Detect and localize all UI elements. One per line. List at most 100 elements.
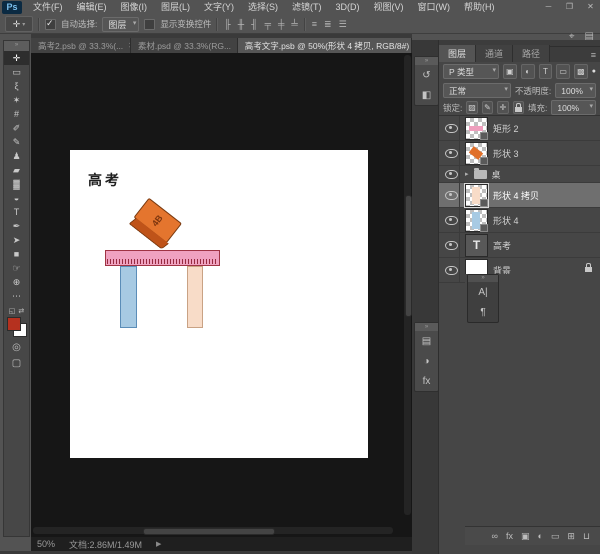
tool-crop[interactable]: # bbox=[4, 107, 29, 121]
menu-image[interactable]: 图像(I) bbox=[114, 0, 155, 15]
visibility-toggle[interactable] bbox=[443, 141, 460, 165]
zoom-level-field[interactable]: 50% bbox=[37, 539, 55, 549]
layer-row-shape3[interactable]: 形状 3 bbox=[439, 141, 600, 166]
layer-name[interactable]: 矩形 2 bbox=[493, 122, 519, 135]
distribute-bottom-icon[interactable]: ☰ bbox=[338, 19, 348, 30]
maximize-button[interactable]: ❐ bbox=[562, 1, 577, 13]
swap-colors-icon[interactable]: ⇄ bbox=[18, 307, 24, 315]
close-button[interactable]: ✕ bbox=[583, 1, 598, 13]
adjustment-layer-icon[interactable]: ◐ bbox=[537, 531, 542, 541]
menu-help[interactable]: 帮助(H) bbox=[457, 0, 502, 15]
layer-thumbnail[interactable] bbox=[464, 182, 489, 208]
tool-pen[interactable]: ✒ bbox=[4, 219, 29, 233]
tool-path-selection[interactable]: ➤ bbox=[4, 233, 29, 247]
visibility-toggle[interactable] bbox=[443, 116, 460, 140]
visibility-toggle[interactable] bbox=[443, 233, 460, 257]
styles-panel-icon[interactable]: ◑ bbox=[415, 351, 438, 371]
lock-all-icon[interactable] bbox=[512, 101, 524, 114]
visibility-toggle[interactable] bbox=[443, 166, 460, 182]
align-top-icon[interactable]: ╤ bbox=[264, 19, 272, 29]
visibility-toggle[interactable] bbox=[443, 183, 460, 207]
status-options-arrow[interactable]: ▶ bbox=[156, 540, 161, 548]
layer-thumbnail[interactable] bbox=[465, 208, 488, 232]
distribute-top-icon[interactable]: ≡ bbox=[311, 19, 318, 29]
menu-type[interactable]: 文字(Y) bbox=[197, 0, 241, 15]
vertical-scrollbar[interactable] bbox=[404, 55, 412, 515]
layer-row-shape4-copy[interactable]: 形状 4 拷贝 bbox=[439, 182, 600, 208]
tool-marquee[interactable]: ▭ bbox=[4, 65, 29, 79]
layer-row-group[interactable]: ▸ 桌 bbox=[439, 166, 600, 183]
menu-3d[interactable]: 3D(D) bbox=[329, 0, 367, 15]
lock-transparent-icon[interactable]: ▨ bbox=[466, 101, 478, 114]
distribute-vcenter-icon[interactable]: ≣ bbox=[323, 19, 333, 30]
default-colors-icon[interactable]: ◱ bbox=[9, 307, 16, 315]
lock-position-icon[interactable]: ✛ bbox=[497, 101, 509, 114]
tool-lasso[interactable]: ξ bbox=[4, 79, 29, 93]
delete-layer-icon[interactable]: ⊔ bbox=[583, 531, 590, 542]
filter-pixel-layers-icon[interactable]: ▣ bbox=[502, 64, 517, 79]
tool-clone-stamp[interactable]: ♟ bbox=[4, 149, 29, 163]
scrollbar-thumb[interactable] bbox=[143, 528, 275, 535]
paragraph-panel-icon[interactable]: ¶ bbox=[468, 302, 498, 322]
filter-type-layers-icon[interactable]: T bbox=[538, 64, 553, 79]
tab-sucai[interactable]: 素材.psd @ 33.3%(RG... ✕ bbox=[130, 38, 238, 53]
link-layers-icon[interactable]: ∞ bbox=[492, 531, 498, 541]
layer-name[interactable]: 形状 4 拷贝 bbox=[493, 189, 539, 202]
menu-edit[interactable]: 编辑(E) bbox=[70, 0, 114, 15]
fill-field[interactable]: 100% bbox=[551, 100, 597, 115]
filter-kind-dropdown[interactable]: Ρ 类型 bbox=[443, 64, 499, 79]
visibility-toggle[interactable] bbox=[443, 258, 460, 282]
tool-type[interactable]: T bbox=[4, 205, 29, 219]
tab-layers[interactable]: 图层 bbox=[439, 45, 477, 62]
layer-row-text[interactable]: T 高考 bbox=[439, 233, 600, 258]
align-left-icon[interactable]: ╟ bbox=[223, 19, 231, 29]
show-transform-checkbox[interactable] bbox=[144, 18, 156, 30]
layer-mask-icon[interactable]: ▣ bbox=[521, 531, 530, 542]
collapse-chevrons-icon[interactable]: » bbox=[415, 323, 438, 331]
menu-select[interactable]: 选择(S) bbox=[241, 0, 285, 15]
effects-panel-icon[interactable]: fx bbox=[415, 371, 438, 391]
layer-name[interactable]: 形状 4 bbox=[493, 214, 519, 227]
horizontal-scrollbar[interactable] bbox=[33, 527, 393, 535]
menu-view[interactable]: 视图(V) bbox=[367, 0, 411, 15]
tool-quick-selection[interactable]: ✶ bbox=[4, 93, 29, 107]
layer-thumbnail[interactable] bbox=[465, 141, 488, 165]
menu-window[interactable]: 窗口(W) bbox=[411, 0, 458, 15]
lock-pixels-icon[interactable]: ✎ bbox=[481, 101, 494, 114]
menu-file[interactable]: 文件(F) bbox=[26, 0, 70, 15]
new-group-icon[interactable]: ▭ bbox=[551, 531, 560, 542]
tab-gaokao-wenzi-active[interactable]: 高考文字.psb @ 50%(形状 4 拷贝, RGB/8#) * ✕ bbox=[237, 38, 412, 53]
group-expander-icon[interactable]: ▸ bbox=[465, 170, 469, 178]
adjustments-panel-icon[interactable]: ▤ bbox=[415, 331, 438, 351]
tool-hand[interactable]: ☞ bbox=[4, 261, 29, 275]
menu-filter[interactable]: 滤镜(T) bbox=[285, 0, 329, 15]
tool-preset-picker[interactable]: ✛ ▾ bbox=[5, 16, 33, 32]
tool-brush[interactable]: ✎ bbox=[4, 135, 29, 149]
tool-shape[interactable]: ■ bbox=[4, 247, 29, 261]
screen-mode-button[interactable]: ▢ bbox=[12, 358, 21, 369]
layer-thumbnail[interactable] bbox=[465, 116, 488, 140]
foreground-color-swatch[interactable] bbox=[6, 317, 21, 331]
filter-adjustment-layers-icon[interactable]: ◐ bbox=[520, 64, 535, 79]
layer-name[interactable]: 形状 3 bbox=[493, 147, 519, 160]
document-canvas[interactable]: 高考 4B bbox=[70, 150, 368, 458]
visibility-toggle[interactable] bbox=[443, 208, 460, 232]
align-vcenter-icon[interactable]: ╪ bbox=[277, 19, 285, 29]
filter-toggle-icon[interactable]: ● bbox=[592, 68, 596, 75]
layer-row-shape4[interactable]: 形状 4 bbox=[439, 208, 600, 233]
align-bottom-icon[interactable]: ╧ bbox=[290, 19, 298, 29]
minimize-button[interactable]: ─ bbox=[541, 1, 556, 13]
blend-mode-dropdown[interactable]: 正常 bbox=[443, 83, 511, 98]
character-panel-icon[interactable]: A| bbox=[468, 282, 498, 302]
auto-select-dropdown[interactable]: 图层 bbox=[102, 16, 140, 32]
layer-name[interactable]: 桌 bbox=[492, 168, 501, 181]
tool-eyedropper[interactable]: ✐ bbox=[4, 121, 29, 135]
tool-eraser[interactable]: ▰ bbox=[4, 163, 29, 177]
filter-shape-layers-icon[interactable]: ▭ bbox=[556, 64, 571, 79]
align-hcenter-icon[interactable]: ╫ bbox=[237, 19, 245, 29]
tool-smudge[interactable]: ◒ bbox=[4, 191, 29, 205]
history-panel-icon[interactable]: ↺ bbox=[415, 65, 438, 85]
properties-panel-icon[interactable]: ◧ bbox=[415, 85, 438, 105]
layer-name[interactable]: 高考 bbox=[493, 239, 511, 252]
collapse-chevrons-icon[interactable]: » bbox=[415, 57, 438, 65]
